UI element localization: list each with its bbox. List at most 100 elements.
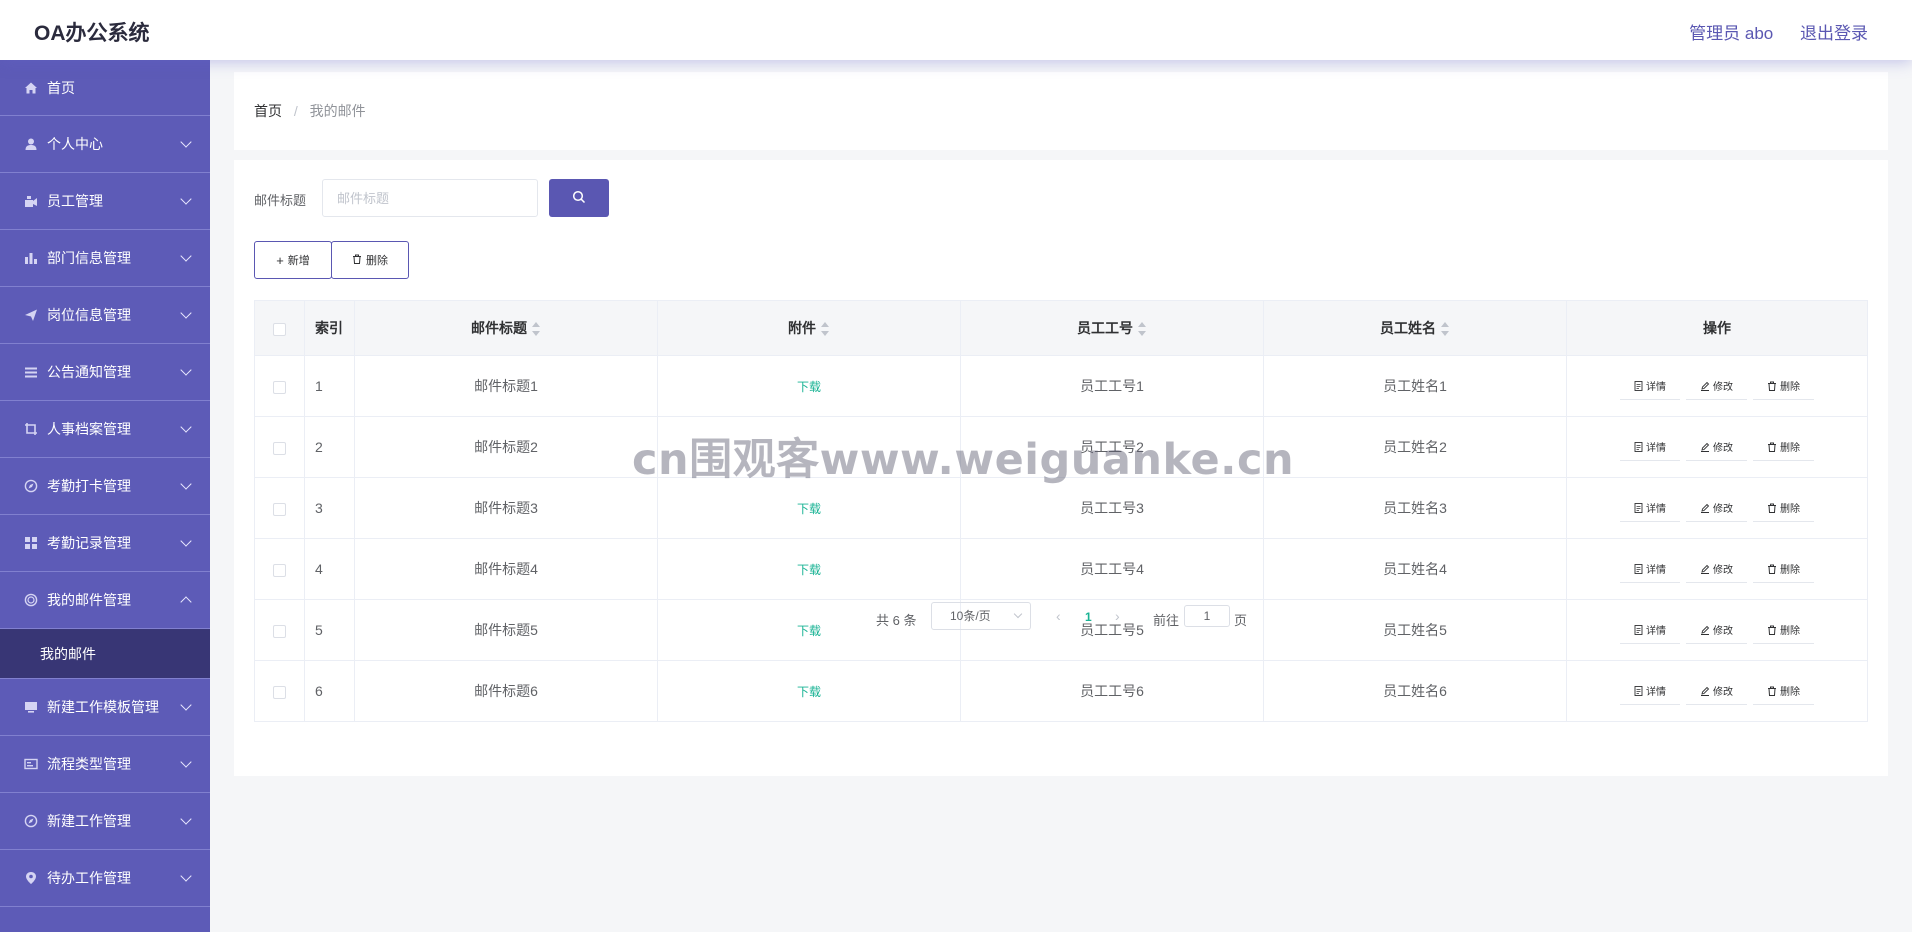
row-checkbox[interactable]: [273, 380, 286, 394]
chevron-down-icon: [180, 699, 192, 711]
logout-link[interactable]: 退出登录: [1800, 24, 1868, 43]
edit-button-label: 修改: [1713, 443, 1733, 454]
sidebar-item-home[interactable]: 首页: [0, 60, 210, 116]
row-emp-name: 员工姓名6: [1263, 660, 1567, 722]
sidebar-item-attendance-record[interactable]: 考勤记录管理: [0, 515, 210, 572]
row-delete-button[interactable]: 删除: [1753, 677, 1814, 705]
col-attachment[interactable]: 附件: [657, 300, 961, 356]
page-size-select[interactable]: 10条/页: [931, 602, 1031, 630]
sidebar-item-work-template[interactable]: 新建工作模板管理: [0, 679, 210, 736]
compass-icon: [24, 814, 38, 828]
sidebar-item-label: 考勤打卡管理: [47, 478, 131, 494]
sidebar-item-new-work[interactable]: 新建工作管理: [0, 793, 210, 850]
list-icon: [24, 365, 38, 379]
sort-icon[interactable]: [821, 322, 830, 337]
goto-page-input[interactable]: [1184, 605, 1230, 627]
row-checkbox[interactable]: [273, 441, 286, 455]
row-attachment-cell: 下载: [657, 660, 961, 722]
detail-button[interactable]: 详情: [1620, 494, 1680, 522]
row-select-cell: [254, 538, 305, 600]
sidebar-item-todo-work[interactable]: 待办工作管理: [0, 850, 210, 907]
chevron-down-icon: [180, 193, 192, 205]
edit-button[interactable]: 修改: [1686, 433, 1747, 461]
delete-button-label: 删除: [366, 255, 388, 267]
sidebar-item-mail[interactable]: 我的邮件管理: [0, 572, 210, 629]
detail-button[interactable]: 详情: [1620, 433, 1680, 461]
page-number-current[interactable]: 1: [1085, 610, 1092, 624]
download-link[interactable]: 下载: [797, 502, 821, 516]
edit-button[interactable]: 修改: [1686, 555, 1747, 583]
download-link[interactable]: 下载: [797, 380, 821, 394]
row-checkbox[interactable]: [273, 563, 286, 577]
row-actions: 详情 修改 删除: [1566, 416, 1868, 478]
col-title[interactable]: 邮件标题: [354, 300, 658, 356]
row-attachment-cell: 下载: [657, 355, 961, 417]
mail-table: 索引 邮件标题 附件 员工工号 员工姓名 操作 1 邮件标题1 下载 员工工号1 员工姓…: [254, 300, 1868, 722]
sidebar-item-notice[interactable]: 公告通知管理: [0, 344, 210, 401]
row-title: 邮件标题1: [354, 355, 658, 417]
sidebar-item-label: 员工管理: [47, 193, 103, 209]
employee-icon: [24, 194, 38, 208]
edit-button[interactable]: 修改: [1686, 494, 1747, 522]
detail-button[interactable]: 详情: [1620, 372, 1680, 400]
select-all-checkbox[interactable]: [273, 322, 286, 336]
prev-page-icon[interactable]: ‹: [1056, 608, 1061, 624]
sidebar-item-employee[interactable]: 员工管理: [0, 173, 210, 230]
download-link[interactable]: 下载: [797, 563, 821, 577]
row-actions: 详情 修改 删除: [1566, 355, 1868, 417]
trash-icon: [1768, 564, 1776, 574]
delete-button[interactable]: 删除: [331, 241, 409, 279]
row-index: 1: [304, 355, 355, 417]
detail-button[interactable]: 详情: [1620, 677, 1680, 705]
edit-button[interactable]: 修改: [1686, 677, 1747, 705]
admin-user-link[interactable]: 管理员 abo: [1689, 24, 1773, 43]
next-page-icon[interactable]: ›: [1115, 608, 1120, 624]
search-input[interactable]: [322, 179, 538, 217]
row-checkbox[interactable]: [273, 685, 286, 699]
col-emp-name[interactable]: 员工姓名: [1263, 300, 1567, 356]
row-attachment-cell: [657, 416, 961, 478]
edit-button-label: 修改: [1713, 565, 1733, 576]
search-icon: [572, 190, 586, 207]
row-checkbox[interactable]: [273, 502, 286, 516]
detail-button[interactable]: 详情: [1620, 555, 1680, 583]
row-delete-button[interactable]: 删除: [1753, 372, 1814, 400]
edit-icon: [1701, 564, 1710, 574]
row-emp-no: 员工工号1: [960, 355, 1264, 417]
download-link[interactable]: 下载: [797, 685, 821, 699]
sidebar-item-archive[interactable]: 人事档案管理: [0, 401, 210, 458]
row-index: 4: [304, 538, 355, 600]
row-delete-button[interactable]: 删除: [1753, 494, 1814, 522]
sidebar-item-attendance-punch[interactable]: 考勤打卡管理: [0, 458, 210, 515]
sort-icon[interactable]: [1138, 322, 1147, 337]
sidebar-item-department[interactable]: 部门信息管理: [0, 230, 210, 287]
row-title: 邮件标题3: [354, 477, 658, 539]
breadcrumb-panel: 首页 / 我的邮件: [234, 72, 1888, 150]
breadcrumb-home[interactable]: 首页: [254, 103, 282, 119]
row-select-cell: [254, 660, 305, 722]
sidebar-subitem-my-mail[interactable]: 我的邮件: [0, 629, 210, 679]
row-actions: 详情 修改 删除: [1566, 538, 1868, 600]
sidebar-item-process-type[interactable]: 流程类型管理: [0, 736, 210, 793]
grid-icon: [24, 536, 38, 550]
row-title: 邮件标题4: [354, 538, 658, 600]
row-delete-button[interactable]: 删除: [1753, 555, 1814, 583]
sort-icon[interactable]: [532, 322, 541, 337]
sidebar-item-personal[interactable]: 个人中心: [0, 116, 210, 173]
sidebar-item-label: 新建工作模板管理: [47, 699, 159, 715]
search-button[interactable]: [549, 179, 609, 217]
sidebar-item-label: 个人中心: [47, 136, 103, 152]
select-all-cell: [254, 300, 305, 356]
row-delete-button[interactable]: 删除: [1753, 433, 1814, 461]
chevron-down-icon: [180, 250, 192, 262]
add-button[interactable]: + 新增: [254, 241, 332, 279]
chevron-down-icon: [180, 813, 192, 825]
sort-icon[interactable]: [1441, 322, 1450, 337]
document-icon: [1634, 563, 1643, 574]
edit-button-label: 修改: [1713, 687, 1733, 698]
col-emp-no[interactable]: 员工工号: [960, 300, 1264, 356]
top-header: OA办公系统 管理员 abo 退出登录: [0, 0, 1912, 60]
sidebar-item-position[interactable]: 岗位信息管理: [0, 287, 210, 344]
edit-button[interactable]: 修改: [1686, 372, 1747, 400]
row-select-cell: [254, 477, 305, 539]
